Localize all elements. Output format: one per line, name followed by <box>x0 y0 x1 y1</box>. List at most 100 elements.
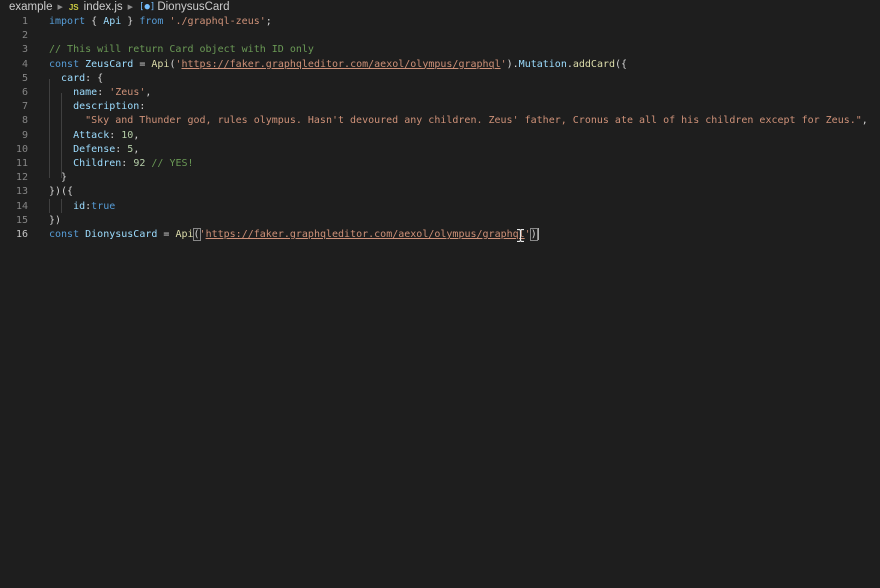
code-token: id <box>73 200 86 212</box>
code-token: https://faker.graphqleditor.com/aexol/ol… <box>181 58 501 70</box>
line-number: 7 <box>21 101 28 113</box>
js-file-icon: JS <box>68 2 79 12</box>
code-token: ' <box>524 229 531 240</box>
variable-symbol-icon: [●] <box>139 2 156 12</box>
code-token: = <box>157 229 176 240</box>
code-line[interactable]: 2 <box>0 29 880 43</box>
code-token: : <box>139 101 146 113</box>
code-token: Api <box>175 229 194 240</box>
code-token: from <box>139 16 164 27</box>
code-line[interactable]: 14 id:true <box>0 200 880 214</box>
chevron-right-icon: ▶ <box>57 4 63 11</box>
line-number: 9 <box>21 129 28 141</box>
line-number: 3 <box>21 44 28 56</box>
chevron-right-icon: ▶ <box>127 4 134 11</box>
code-line[interactable]: 13 })({ <box>0 185 880 199</box>
breadcrumb-folder[interactable]: example <box>9 1 52 13</box>
code-token: : <box>109 129 122 141</box>
code-line[interactable]: 12 } <box>0 171 880 185</box>
code-text: })({ <box>49 185 73 199</box>
line-number: 1 <box>21 16 28 27</box>
text-caret <box>537 228 539 240</box>
code-text: Attack: 10, <box>49 129 139 143</box>
line-number: 14 <box>15 200 28 212</box>
code-line[interactable]: 7 description: <box>0 100 880 114</box>
code-token: Children <box>73 158 122 169</box>
code-line[interactable]: 4 const ZeusCard = Api('https://faker.gra… <box>0 58 880 72</box>
code-token: DionysusCard <box>85 229 158 240</box>
code-token: } <box>121 16 140 27</box>
code-line[interactable]: 16 const DionysusCard = Api('https://fake… <box>0 228 880 242</box>
code-token: , <box>133 129 140 141</box>
code-token: // This will return Card object with ID … <box>49 44 314 56</box>
line-number: 10 <box>15 143 28 155</box>
code-text: id:true <box>49 200 115 214</box>
code-line[interactable]: 6 name: 'Zeus', <box>0 86 880 100</box>
line-number: 8 <box>21 115 28 127</box>
breadcrumb-file[interactable]: index.js <box>84 1 123 13</box>
line-number: 12 <box>15 172 28 184</box>
code-text: description: <box>49 100 145 114</box>
code-line[interactable]: 15}) <box>0 214 880 228</box>
code-line[interactable]: 8 "Sky and Thunder god, rules olympus. H… <box>0 114 880 128</box>
code-token: "Sky and Thunder god, rules olympus. Has… <box>85 115 862 127</box>
code-token: // YES! <box>151 158 194 169</box>
code-token: card <box>61 72 86 84</box>
code-line[interactable]: 9 Attack: 10, <box>0 129 880 143</box>
code-token: name <box>73 87 98 98</box>
code-line[interactable]: 5 card: { <box>0 72 880 86</box>
code-token: : <box>97 87 110 98</box>
code-token: : <box>115 143 128 155</box>
code-line[interactable]: 10 Defense: 5, <box>0 143 880 157</box>
code-text: const DionysusCard = Api('https://faker.… <box>49 228 539 242</box>
code-text: Defense: 5, <box>49 143 139 157</box>
code-token: './graphql-zeus' <box>169 16 266 27</box>
code-token: Attack <box>73 129 110 141</box>
code-token: 'Zeus' <box>109 87 146 98</box>
code-token: Api <box>103 16 122 27</box>
code-token: import <box>49 16 86 27</box>
code-token: ). <box>506 58 519 70</box>
code-token: }) <box>49 214 62 226</box>
code-token: true <box>91 200 116 212</box>
line-number: 11 <box>15 158 28 169</box>
code-token: = <box>133 58 152 70</box>
code-text: const ZeusCard = Api('https://faker.grap… <box>49 58 627 72</box>
line-number: 16 <box>15 229 28 240</box>
code-text: import { Api } from './graphql-zeus'; <box>49 15 272 29</box>
matching-bracket: ) <box>529 228 538 241</box>
code-token: Api <box>151 58 170 70</box>
breadcrumb: example ▶ JS index.js ▶ [●] DionysusCard <box>0 0 880 14</box>
code-token: Mutation <box>518 58 567 70</box>
code-line[interactable]: 3 // This will return Card object with ID… <box>0 43 880 57</box>
line-number: 13 <box>15 186 28 198</box>
code-line[interactable]: 11 Children: 92 // YES! <box>0 157 880 171</box>
code-text: // This will return Card object with ID … <box>49 43 314 57</box>
code-token: Defense <box>73 143 116 155</box>
code-token: ({ <box>615 58 628 70</box>
code-token: ZeusCard <box>85 58 134 70</box>
code-text: "Sky and Thunder god, rules olympus. Has… <box>49 114 868 128</box>
code-token: const <box>49 58 80 70</box>
code-token: , <box>145 87 152 98</box>
code-token: https://faker.graphqleditor.com/aexol/ol… <box>205 229 525 240</box>
code-token: , <box>861 115 868 127</box>
code-text: Children: 92 // YES! <box>49 157 194 171</box>
code-token: ; <box>265 16 272 27</box>
line-number: 5 <box>21 72 28 84</box>
breadcrumb-symbol[interactable]: DionysusCard <box>157 1 229 13</box>
code-token: , <box>133 143 140 155</box>
code-token: 92 <box>133 158 146 169</box>
code-line[interactable]: 1 import { Api } from './graphql-zeus'; <box>0 15 880 29</box>
code-token: const <box>49 229 80 240</box>
line-number: 2 <box>21 30 28 42</box>
code-token: description <box>73 101 140 113</box>
code-editor[interactable]: 1 import { Api } from './graphql-zeus'; 2 3… <box>0 14 880 588</box>
code-token: { <box>85 16 104 27</box>
